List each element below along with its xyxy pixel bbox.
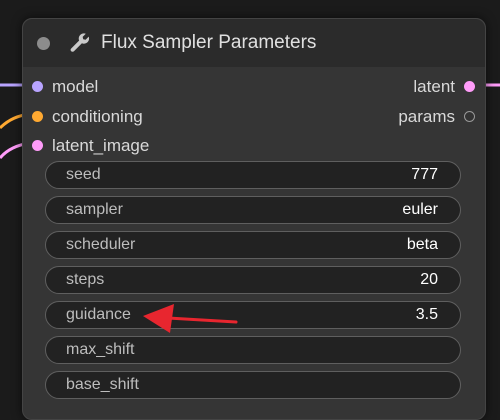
widget-label: sampler (66, 201, 123, 218)
output-dot-params[interactable] (464, 111, 475, 122)
widget-value: beta (406, 236, 438, 253)
input-slot-conditioning[interactable]: conditioning (31, 105, 231, 129)
widget-base-shift[interactable]: base_shift (45, 371, 461, 399)
output-dot-latent[interactable] (464, 81, 475, 92)
flux-sampler-parameters-node[interactable]: Flux Sampler Parameters model conditioni… (22, 18, 486, 420)
input-dot-conditioning[interactable] (32, 111, 43, 122)
output-label: latent (413, 77, 455, 96)
widget-value: 777 (411, 166, 438, 183)
widget-seed[interactable]: seed 777 (45, 161, 461, 189)
output-slot-params[interactable]: params (323, 105, 483, 129)
widget-value: euler (402, 201, 438, 218)
node-header[interactable]: Flux Sampler Parameters (23, 19, 485, 67)
output-label: params (398, 107, 455, 126)
input-label: model (52, 77, 99, 96)
output-slot-latent[interactable]: latent (323, 75, 483, 99)
input-label: conditioning (52, 107, 143, 126)
widget-guidance[interactable]: guidance 3.5 (45, 301, 461, 329)
widget-label: steps (66, 271, 105, 288)
widget-label: guidance (66, 306, 131, 323)
wrench-icon (70, 33, 90, 52)
widget-label: seed (66, 166, 101, 183)
node-title: Flux Sampler Parameters (101, 32, 317, 53)
widget-scheduler[interactable]: scheduler beta (45, 231, 461, 259)
widget-max-shift[interactable]: max_shift (45, 336, 461, 364)
input-dot-latent-image[interactable] (32, 140, 43, 151)
input-dot-model[interactable] (32, 81, 43, 92)
widget-label: base_shift (66, 376, 139, 393)
widget-value: 3.5 (415, 306, 438, 323)
collapse-toggle[interactable] (37, 37, 50, 50)
widget-value: 20 (420, 271, 438, 288)
widget-label: scheduler (66, 236, 136, 253)
input-slot-model[interactable]: model (31, 75, 231, 99)
widget-sampler[interactable]: sampler euler (45, 196, 461, 224)
input-label: latent_image (52, 136, 150, 155)
input-slot-latent-image[interactable]: latent_image (31, 134, 231, 158)
widget-steps[interactable]: steps 20 (45, 266, 461, 294)
widget-label: max_shift (66, 341, 135, 358)
